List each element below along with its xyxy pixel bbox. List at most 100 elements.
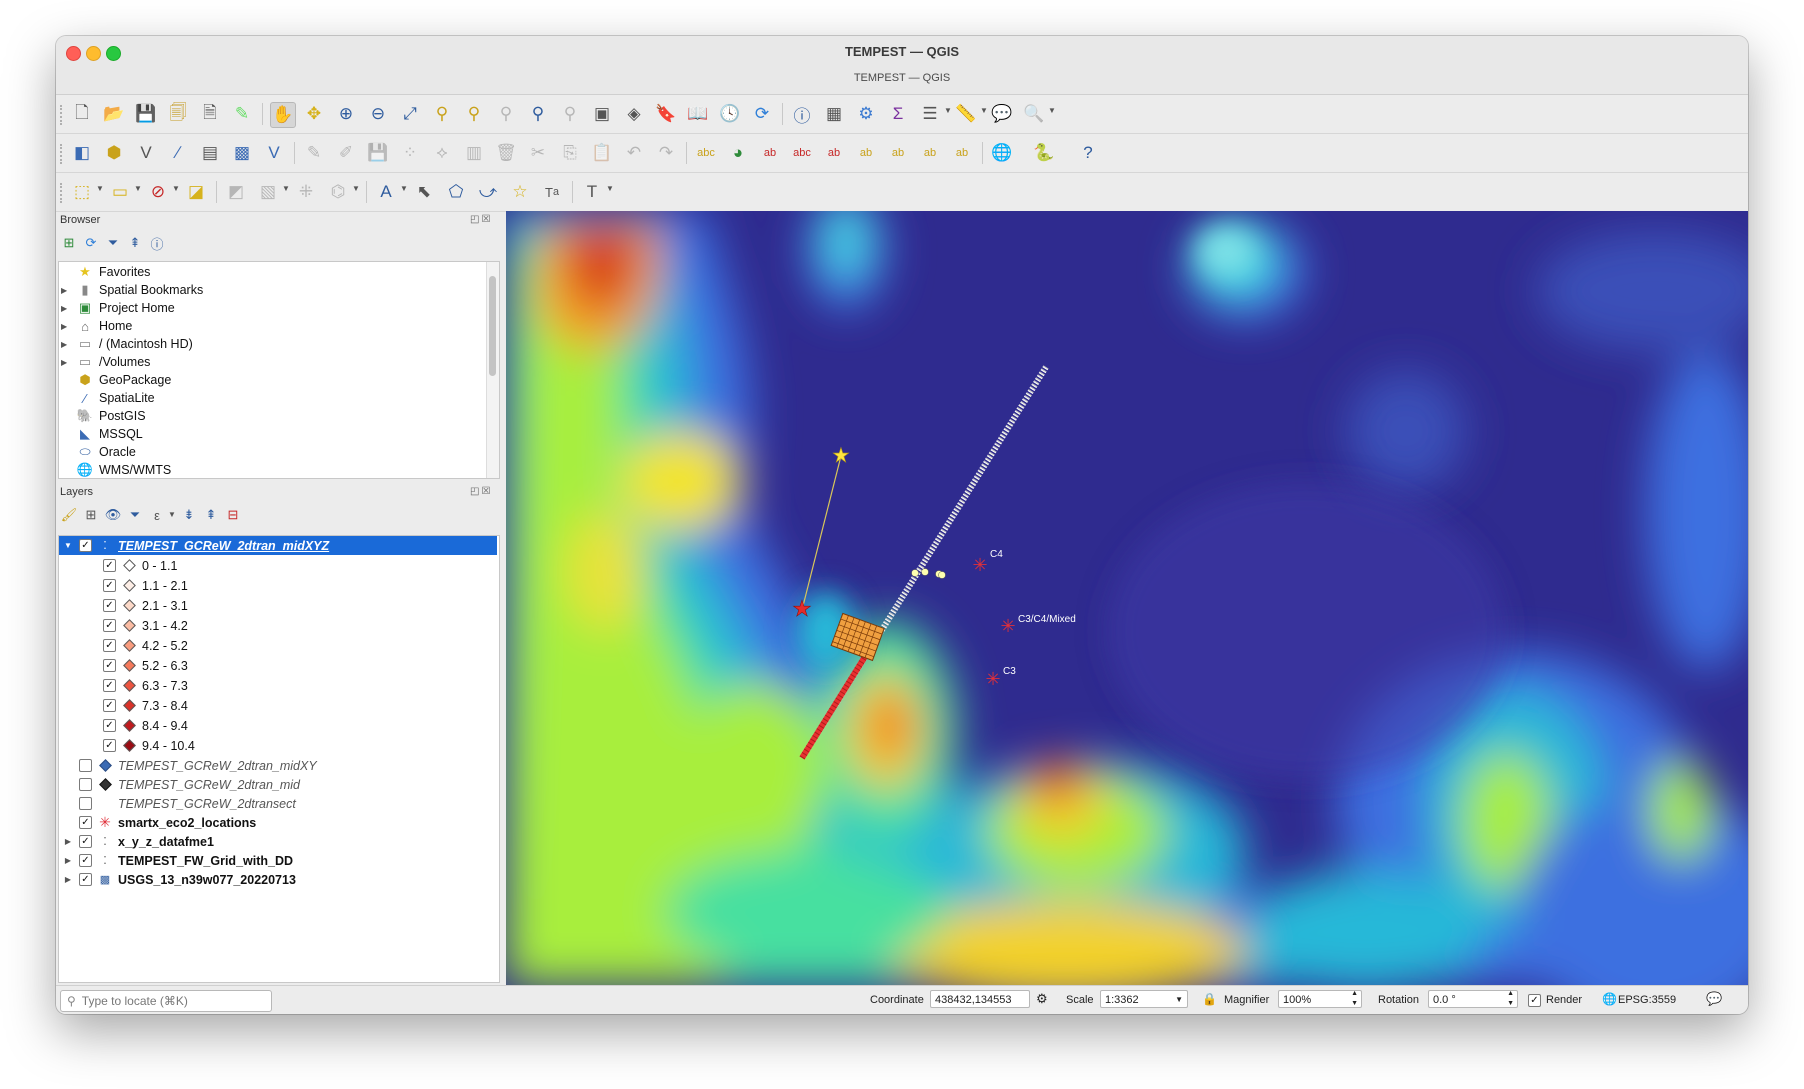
browser-item-macintosh-hd[interactable]: ▶ ▭ / (Macintosh HD)	[59, 335, 489, 353]
add-spatialite-icon[interactable]: ∕	[166, 141, 190, 165]
refresh-browser-icon[interactable]: ⟳	[82, 234, 100, 252]
highlight-pinned-labels-icon[interactable]: ab	[758, 141, 782, 165]
paste-features-icon[interactable]: 📋	[590, 141, 614, 165]
deselect-features-icon[interactable]: ⊘	[146, 180, 170, 204]
add-selected-layers-icon[interactable]: ⊞	[60, 234, 78, 252]
chevron-down-icon[interactable]: ▼	[606, 184, 614, 193]
save-edits-icon[interactable]: 💾	[366, 141, 390, 165]
layer-visibility-checkbox[interactable]	[79, 759, 92, 772]
legend-class-row[interactable]: 6.3 - 7.3	[59, 676, 497, 695]
toolbar-grip[interactable]	[60, 144, 66, 164]
layer-visibility-checkbox[interactable]	[79, 835, 92, 848]
layer-row[interactable]: ▶ ▩ USGS_13_n39w077_20220713	[59, 870, 497, 889]
filter-legend-icon[interactable]: ⏷	[126, 506, 144, 524]
chevron-right-icon[interactable]: ▶	[61, 358, 73, 367]
zoom-out-icon[interactable]: ⊖	[366, 102, 390, 126]
class-visibility-checkbox[interactable]	[103, 679, 116, 692]
show-hide-labels-icon[interactable]: ab	[854, 141, 878, 165]
zoom-to-layer-icon[interactable]: ⚲	[462, 102, 486, 126]
legend-class-row[interactable]: 9.4 - 10.4	[59, 736, 497, 755]
layer-row[interactable]: TEMPEST_GCReW_2dtransect	[59, 794, 497, 813]
browser-scrollbar[interactable]	[486, 262, 499, 478]
layer-row[interactable]: ▶ ⁚ TEMPEST_FW_Grid_with_DD	[59, 851, 497, 870]
undo-icon[interactable]: ↶	[622, 141, 646, 165]
chevron-down-icon[interactable]: ▼	[1175, 991, 1183, 1009]
chevron-right-icon[interactable]: ▶	[63, 837, 73, 846]
vertex-tool-icon[interactable]: ⟡	[430, 141, 454, 165]
copy-features-icon[interactable]: ⎘	[558, 141, 582, 165]
chevron-down-icon[interactable]: ▼	[352, 184, 360, 193]
add-point-feature-icon[interactable]: ⁘	[398, 141, 422, 165]
rotate-label-icon[interactable]: ab	[918, 141, 942, 165]
layer-row[interactable]: TEMPEST_GCReW_2dtran_mid	[59, 775, 497, 794]
layer-name[interactable]: TEMPEST_GCReW_2dtran_midXYZ	[118, 539, 329, 553]
layer-row[interactable]: ▶ ⁚ x_y_z_datafme1	[59, 832, 497, 851]
label-settings-icon[interactable]: abc	[790, 141, 814, 165]
layer-name[interactable]: TEMPEST_GCReW_2dtran_mid	[118, 778, 300, 792]
measure-line-icon[interactable]: 📏	[954, 102, 978, 126]
chevron-right-icon[interactable]: ▶	[61, 286, 73, 295]
identify-features-icon[interactable]: ⓘ	[790, 102, 814, 126]
toolbar-grip[interactable]	[60, 183, 66, 203]
class-visibility-checkbox[interactable]	[103, 579, 116, 592]
red-star-marker[interactable]: ★	[792, 597, 812, 623]
new-geopackage-icon[interactable]: ⬢	[102, 141, 126, 165]
layer-visibility-checkbox[interactable]	[79, 873, 92, 886]
layer-name[interactable]: TEMPEST_GCReW_2dtran_midXY	[118, 759, 317, 773]
yellow-star-marker[interactable]: ★	[832, 443, 851, 468]
rotation-spinbox[interactable]: 0.0 ° ▲ ▼	[1428, 990, 1518, 1008]
browser-item-postgis[interactable]: 🐘 PostGIS	[59, 407, 489, 425]
pan-map-icon[interactable]: ✋	[270, 102, 296, 128]
save-as-icon[interactable]: 🗐	[166, 102, 190, 126]
select-features-icon[interactable]: ⬚	[70, 180, 94, 204]
layer-name[interactable]: USGS_13_n39w077_20220713	[118, 873, 296, 887]
chevron-right-icon[interactable]: ▶	[61, 340, 73, 349]
add-raster-layer-icon[interactable]: ▩	[230, 141, 254, 165]
offset-curve-icon[interactable]: ⌬	[326, 180, 350, 204]
toolbar-grip[interactable]	[60, 105, 66, 125]
edit-pencil-icon[interactable]: ✎	[302, 141, 326, 165]
browser-item-volumes[interactable]: ▶ ▭/Volumes	[59, 353, 489, 371]
open-layer-styling-icon[interactable]: 🖌	[60, 506, 78, 524]
toggle-extents-icon[interactable]: ⚙	[1036, 991, 1048, 1007]
class-visibility-checkbox[interactable]	[103, 719, 116, 732]
scale-combobox[interactable]: 1:3362 ▼	[1100, 990, 1188, 1008]
chevron-down-icon[interactable]: ▼	[134, 184, 142, 193]
spin-arrows-icon[interactable]: ▲ ▼	[1507, 989, 1514, 1009]
class-visibility-checkbox[interactable]	[103, 639, 116, 652]
chevron-down-icon[interactable]: ▼	[944, 106, 952, 115]
select-by-location-icon[interactable]: ◪	[184, 180, 208, 204]
zoom-to-selection-icon[interactable]: ⚲	[430, 102, 454, 126]
chevron-right-icon[interactable]: ▶	[61, 322, 73, 331]
chevron-down-icon[interactable]: ▼	[172, 184, 180, 193]
lock-scale-icon[interactable]: 🔒	[1202, 992, 1217, 1006]
digitize-icon[interactable]: ◩	[224, 180, 248, 204]
new-map-view-icon[interactable]: ▣	[590, 102, 614, 126]
legend-class-row[interactable]: 2.1 - 3.1	[59, 596, 497, 615]
legend-class-row[interactable]: 5.2 - 6.3	[59, 656, 497, 675]
chevron-down-icon[interactable]: ▼	[282, 184, 290, 193]
pin-label-icon[interactable]: ab	[822, 141, 846, 165]
crs-globe-icon[interactable]: 🌐	[1602, 992, 1617, 1006]
class-visibility-checkbox[interactable]	[103, 699, 116, 712]
create-polygon-annotation-icon[interactable]: ⬠	[444, 180, 468, 204]
class-visibility-checkbox[interactable]	[103, 659, 116, 672]
chevron-down-icon[interactable]: ▼	[1048, 106, 1056, 115]
chevron-down-icon[interactable]: ▼	[63, 541, 73, 550]
browser-item-wms-wmts[interactable]: 🌐 WMS/WMTS	[59, 461, 489, 478]
chevron-down-icon[interactable]: ▼	[400, 184, 408, 193]
statistics-sigma-icon[interactable]: Σ	[886, 102, 910, 126]
layer-row[interactable]: ✳ smartx_eco2_locations	[59, 813, 497, 832]
select-annotation-icon[interactable]: ⬉	[412, 180, 436, 204]
class-visibility-checkbox[interactable]	[103, 619, 116, 632]
eco2-location-c3c4[interactable]: ✳	[1000, 616, 1015, 637]
layer-visibility-checkbox[interactable]	[79, 854, 92, 867]
zoom-full-icon[interactable]: ⤢	[398, 102, 422, 126]
layer-name[interactable]: TEMPEST_GCReW_2dtransect	[118, 797, 296, 811]
annotation-text-icon[interactable]: A	[374, 180, 398, 204]
reshape-icon[interactable]: ▧	[256, 180, 280, 204]
layer-name[interactable]: smartx_eco2_locations	[118, 816, 256, 830]
locator-search-input[interactable]: ⚲ Type to locate (⌘K)	[60, 990, 272, 1012]
browser-item-spatialite[interactable]: ∕ SpatiaLite	[59, 389, 489, 407]
redo-icon[interactable]: ↷	[654, 141, 678, 165]
